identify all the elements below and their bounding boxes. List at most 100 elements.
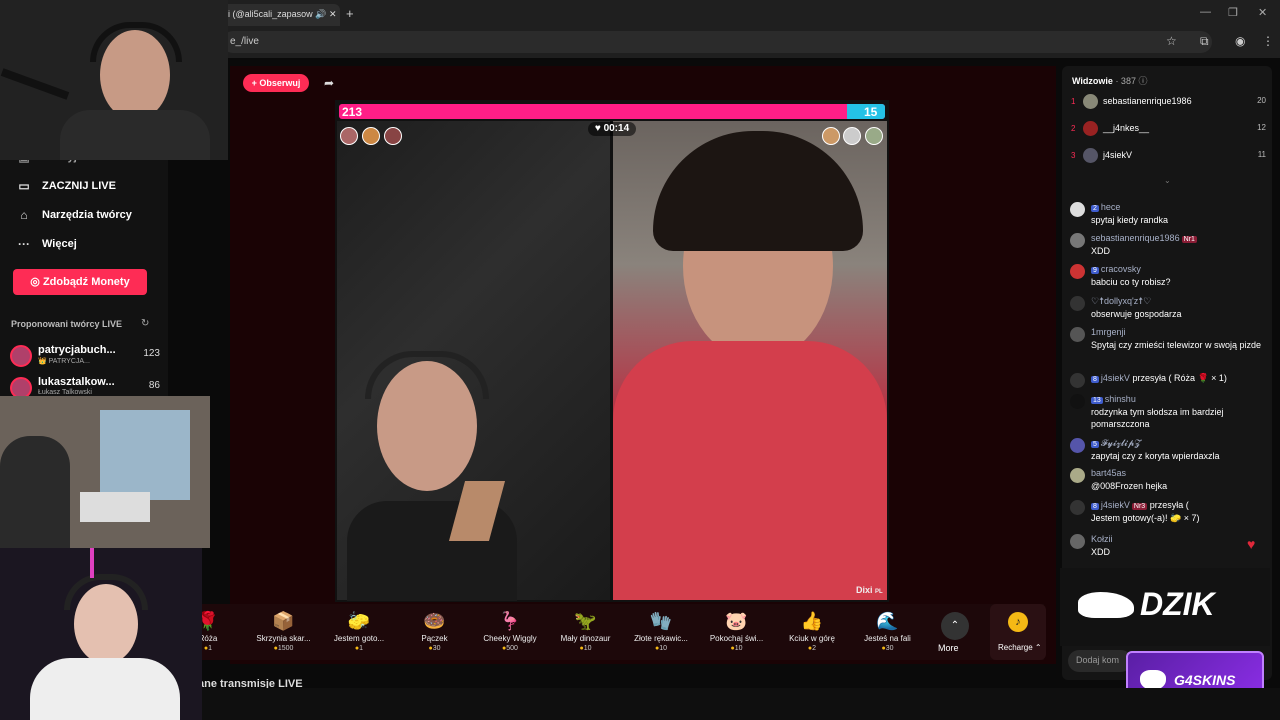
sidebar-item-label: Narzędzia twórcy [42,209,132,221]
restore-button[interactable]: ❐ [1228,6,1238,19]
supporter-avatar[interactable] [843,127,861,145]
bookmark-star-icon[interactable]: ☆ [1166,34,1177,48]
gift-price: ●1 [323,645,395,652]
close-window-button[interactable]: ✕ [1258,6,1267,19]
chat-text: zapytaj czy z koryta wpierdaxzla [1091,451,1220,461]
sidebar-item-creator-tools[interactable]: ⌂ Narzędzia twórcy [16,208,132,222]
chat-text: rodzynka tym słodsza im bardziej pomarsz… [1091,407,1224,429]
address-bar[interactable]: e_/live [222,31,1212,53]
gift-item[interactable]: 🧽 Jestem goto... ●1 [323,610,395,652]
gift-name: Kciuk w górę [789,634,835,643]
gift-price-value: 10 [734,645,743,652]
recharge-label: Recharge ⌃ [998,643,1042,652]
webcam-overlay-middle [0,396,210,548]
gift-item[interactable]: 🧤 Złote rękawic... ●10 [625,610,697,652]
creator-subtitle: Łukasz Talkowski [38,389,92,396]
more-dots-icon: ··· [18,237,30,251]
headphones [90,22,182,62]
supporter-avatar[interactable] [865,127,883,145]
avatar [1070,233,1085,248]
chat-message-header: 1mrgenji [1091,327,1126,337]
gift-more-button[interactable]: ⌃ [941,612,969,640]
webcam-person [0,436,70,548]
new-tab-button[interactable]: + [346,6,354,21]
gift-price: ●1500 [248,645,320,652]
chat-username: 1mrgenji [1091,327,1126,337]
gift-price-value: 500 [506,645,518,652]
get-coins-button[interactable]: ◎ Zdobądź Monety [13,269,147,295]
suggested-creator[interactable]: patrycjabuch... 👑 PATRYCJA... 123 [10,343,160,369]
right-streamer-video[interactable] [613,121,887,600]
gift-price-value: 1 [359,645,364,652]
gift-item[interactable]: 🍩 Pączek ●30 [399,610,471,652]
gift-more-label: More [938,643,959,653]
streamer-name: Dixi [856,585,873,595]
chat-message-header: 8 j4siekV Nr3 przesyła ( [1091,500,1189,510]
avatar [1070,394,1085,409]
gift-price-value: 30 [432,645,441,652]
sidebar-item-more[interactable]: ··· Więcej [16,237,77,251]
sidebar-item-label: Więcej [42,238,77,250]
comment-input[interactable]: Dodaj kom [1068,650,1132,672]
chat-message-header: ♡☨dollyxq'z☨♡ [1091,296,1151,307]
top-viewer-row[interactable]: 3 j4siekV 11 [1070,148,1266,164]
gift-name: Mały dinozaur [560,634,611,643]
profile-icon[interactable]: ◉ [1235,34,1245,48]
viewer-rank: 1 [1071,97,1076,106]
heart-icon[interactable]: ♥ [1247,536,1255,552]
minimize-button[interactable]: — [1200,6,1211,18]
share-icon[interactable]: ➦ [324,76,334,90]
viewer-score: 12 [1257,123,1266,132]
rank-badge: Nr3 [1131,503,1148,510]
gift-icon: 🐷 [725,611,748,631]
supporter-avatar[interactable] [384,127,402,145]
avatar [1070,202,1085,217]
viewer-rank: 3 [1071,151,1076,160]
info-icon[interactable]: ⓘ [1138,76,1147,86]
avatar [1070,373,1085,388]
coin-icon: ◎ [30,276,43,288]
webcam-overlay-top [0,0,228,160]
hair [653,131,863,251]
sidebar-item-label: ZACZNIJ LIVE [42,180,116,192]
gift-item[interactable]: 📦 Skrzynia skar... ●1500 [248,610,320,652]
chat-text: XDD [1091,246,1111,256]
speaker-icon[interactable]: 🔊 [315,9,326,19]
gift-icon: 🦖 [574,611,597,631]
level-badge: 8 [1091,503,1099,510]
refresh-icon[interactable]: ↻ [141,318,149,329]
chat-username: cracovsky [1100,264,1141,274]
top-viewer-row[interactable]: 1 sebastianenrique1986 20 [1070,94,1266,110]
gift-item[interactable]: 🌊 Jesteś na fali ●30 [852,610,924,652]
gift-price: ●30 [852,645,924,652]
browser-tab[interactable]: i (@ali5cali_zapasow 🔊 ✕ [222,4,340,26]
supporter-avatar[interactable] [362,127,380,145]
close-tab-icon[interactable]: ✕ [329,9,337,19]
left-streamer-video[interactable] [337,121,610,601]
supporter-avatar[interactable] [340,127,358,145]
get-coins-label: Zdobądź Monety [42,276,130,288]
avatar [1070,264,1085,279]
extensions-icon[interactable]: ⧉ [1200,34,1209,49]
gift-price-value: 1500 [277,645,294,652]
chat-text: spytaj kiedy randka [1091,215,1169,225]
sidebar-item-start-live[interactable]: ▭ ZACZNIJ LIVE [16,179,116,193]
gift-item[interactable]: 🐷 Pokochaj świ... ●10 [701,610,773,652]
shirt [613,341,887,600]
gift-item[interactable]: 👍 Kciuk w górę ●2 [776,610,848,652]
gift-item[interactable]: 🦩 Cheeky Wiggly ●500 [474,610,546,652]
wolf-logo [1140,670,1166,690]
gift-item[interactable]: 🦖 Mały dinozaur ●10 [550,610,622,652]
menu-kebab-icon[interactable]: ⋮ [1262,34,1274,48]
video-camera-icon: ▭ [18,179,30,193]
avatar [1070,500,1085,515]
battle-score-bar [339,104,885,119]
gift-price: ●10 [625,645,697,652]
chevron-down-icon[interactable]: ⌄ [1164,176,1171,185]
level-badge: 13 [1091,397,1103,404]
recharge-button[interactable]: ♪ Recharge ⌃ [990,604,1046,660]
follow-button[interactable]: + Obserwuj [243,74,309,92]
top-viewer-row[interactable]: 2 __j4nkes__ 12 [1070,121,1266,137]
viewer-count: 123 [143,348,160,359]
supporter-avatar[interactable] [822,127,840,145]
